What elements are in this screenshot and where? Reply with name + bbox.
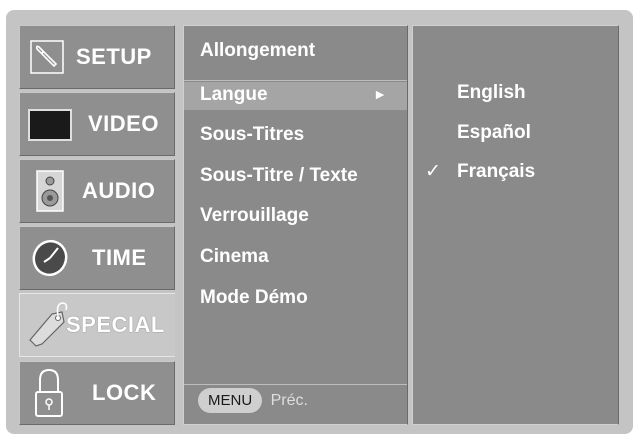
category-tabs: SETUP VIDEO AUDIO TIME SPECIAL LOCK xyxy=(19,25,177,425)
tab-video-label: VIDEO xyxy=(88,111,159,136)
wrench-icon xyxy=(30,40,64,74)
submenu-arrow-icon: ► xyxy=(373,86,387,102)
tab-time[interactable]: TIME xyxy=(19,226,175,290)
tab-lock[interactable]: LOCK xyxy=(19,361,175,425)
check-icon: ✓ xyxy=(425,161,441,182)
language-option-espanol[interactable]: Español xyxy=(457,122,531,144)
tab-video[interactable]: VIDEO xyxy=(19,92,175,156)
menu-item-cinema[interactable]: Cinema xyxy=(200,246,269,268)
tab-lock-label: LOCK xyxy=(92,380,157,405)
tab-setup[interactable]: SETUP xyxy=(19,25,175,89)
speaker-icon xyxy=(36,170,64,212)
language-option-english[interactable]: English xyxy=(457,82,526,104)
menu-item-mode-demo[interactable]: Mode Démo xyxy=(200,287,308,309)
tab-audio[interactable]: AUDIO xyxy=(19,159,175,223)
tab-special-label: SPECIAL xyxy=(66,312,165,337)
tab-special[interactable]: SPECIAL xyxy=(19,293,175,357)
menu-divider xyxy=(184,80,407,81)
back-hint: Préc. xyxy=(270,392,308,409)
clock-icon xyxy=(32,239,68,277)
tab-audio-label: AUDIO xyxy=(82,178,156,203)
tab-setup-label: SETUP xyxy=(76,44,152,69)
menu-item-allongement[interactable]: Allongement xyxy=(200,40,315,62)
screen-icon xyxy=(28,109,72,141)
footer-divider xyxy=(184,384,407,385)
menu-item-sous-titres[interactable]: Sous-Titres xyxy=(200,124,304,146)
special-menu-panel: Allongement Langue ► Sous-Titres Sous-Ti… xyxy=(183,25,408,425)
menu-button[interactable]: MENU xyxy=(198,388,263,413)
tag-icon xyxy=(29,302,68,347)
menu-footer: MENU Préc. xyxy=(198,388,308,416)
menu-item-verrouillage[interactable]: Verrouillage xyxy=(200,205,309,227)
padlock-icon xyxy=(35,368,63,417)
menu-item-sous-titre-texte[interactable]: Sous-Titre / Texte xyxy=(200,165,358,187)
menu-item-langue[interactable]: Langue ► xyxy=(184,82,407,110)
tab-time-label: TIME xyxy=(92,245,147,270)
language-submenu-panel: English Español ✓ Français xyxy=(412,25,619,425)
language-option-francais[interactable]: Français xyxy=(457,161,535,183)
menu-item-langue-label: Langue xyxy=(200,84,268,105)
